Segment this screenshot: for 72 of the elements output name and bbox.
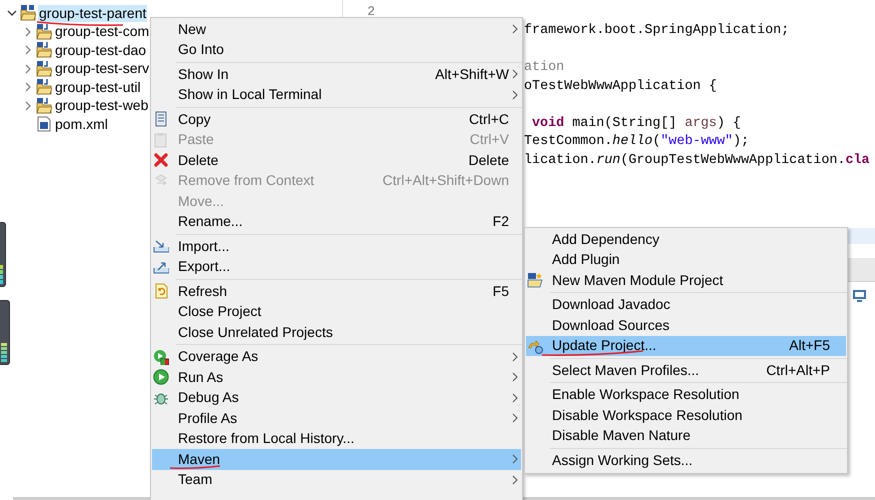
menu-item[interactable]: Maven	[152, 449, 521, 470]
shortcut-label: Ctrl+C	[468, 110, 509, 129]
file-icon	[36, 116, 52, 132]
menu-item[interactable]: Show In Alt+Shift+W	[152, 64, 521, 84]
menu-item[interactable]: Close Unrelated Projects	[152, 322, 521, 342]
tree-item[interactable]: group-test-web	[54, 97, 150, 114]
tree-item[interactable]: group-test-serv	[54, 60, 150, 78]
code-line: void main(String[] args) {	[531, 114, 742, 132]
code-line: lication.run(GroupTestWebWwwApplication.cla	[524, 152, 870, 170]
menu-item[interactable]: Run As	[152, 367, 521, 388]
module-folder-icon	[36, 42, 52, 58]
code-line: framework.boot.SpringApplication;	[524, 22, 790, 40]
run-icon	[153, 369, 169, 386]
menu-item[interactable]: Disable Workspace Resolution	[526, 405, 846, 426]
module-folder-icon	[36, 60, 52, 77]
shortcut-label: Ctrl+Alt+Shift+Down	[382, 171, 509, 190]
update-icon	[527, 338, 543, 354]
menu-item[interactable]: Delete Delete	[152, 150, 521, 170]
menu-item[interactable]: Add Dependency	[526, 229, 846, 250]
menu-item[interactable]: Add Plugin	[526, 250, 846, 270]
menu-item[interactable]: Close Project	[152, 302, 521, 322]
menu-item[interactable]: Update Project... Alt+F5	[526, 336, 846, 356]
tree-item[interactable]: group-test-dao	[54, 42, 148, 59]
shortcut-label: Alt+F5	[789, 336, 830, 356]
menu-item[interactable]: Disable Maven Nature	[526, 426, 846, 446]
menu-item[interactable]: Go Into	[152, 40, 521, 60]
menu-item[interactable]: New Maven Module Project	[526, 270, 846, 290]
shortcut-label: Ctrl+Alt+P	[766, 360, 830, 380]
import-icon	[153, 238, 169, 254]
code-line: oTestWebWwwApplication {	[524, 78, 718, 96]
module-folder-icon	[36, 24, 52, 40]
shortcut-label: Delete	[468, 150, 509, 170]
module-folder-icon	[36, 98, 52, 114]
meter-widget	[0, 300, 10, 365]
menu-item[interactable]: Export...	[152, 256, 521, 277]
menu-item[interactable]: Refresh F5	[152, 281, 521, 302]
shortcut-label: F2	[492, 212, 509, 232]
menu-item[interactable]: Team	[152, 470, 521, 490]
code-line: TestCommon.hello("web-www");	[524, 133, 750, 151]
delete-icon	[153, 152, 169, 168]
shortcut-label: Alt+Shift+W	[435, 64, 509, 84]
tree-item[interactable]: group-test-com	[54, 23, 150, 40]
document-icon	[153, 111, 169, 128]
menu-item[interactable]: Import...	[152, 236, 521, 256]
menu-item[interactable]: Enable Workspace Resolution	[526, 384, 846, 405]
menu-item[interactable]: Restore from Local History...	[152, 428, 521, 449]
code-line: ation	[524, 59, 566, 77]
shortcut-label: Ctrl+V	[470, 130, 509, 150]
clipboard-icon	[153, 132, 169, 148]
line-number: 2	[366, 3, 375, 21]
tree-item[interactable]: group-test-parent	[38, 4, 148, 22]
menu-item[interactable]: Coverage As	[152, 346, 521, 367]
menu-item[interactable]: Select Maven Profiles... Ctrl+Alt+P	[526, 360, 846, 380]
monitor-icon[interactable]	[852, 289, 867, 303]
menu-item[interactable]: Download Javadoc	[526, 294, 846, 315]
maven-module-icon	[527, 272, 543, 288]
shortcut-label: F5	[492, 282, 509, 301]
project-folder-icon	[20, 5, 36, 22]
refresh-icon	[153, 283, 169, 300]
menu-item[interactable]: Rename... F2	[152, 212, 521, 232]
menu-item[interactable]: Debug As	[152, 388, 521, 408]
coverage-icon	[153, 348, 169, 365]
tree-item[interactable]: group-test-util	[54, 78, 142, 96]
menu-item[interactable]: Profile As	[152, 408, 521, 428]
tree-item[interactable]: pom.xml	[54, 116, 109, 133]
menu-item[interactable]: Show in Local Terminal	[152, 84, 521, 105]
module-folder-icon	[36, 79, 52, 96]
underline-mark	[169, 464, 221, 470]
menu-item[interactable]: Copy Ctrl+C	[152, 109, 521, 130]
menu-item[interactable]: Download Sources	[526, 315, 846, 336]
menu-item[interactable]: Assign Working Sets...	[526, 450, 846, 470]
menu-item[interactable]: New	[152, 19, 521, 40]
